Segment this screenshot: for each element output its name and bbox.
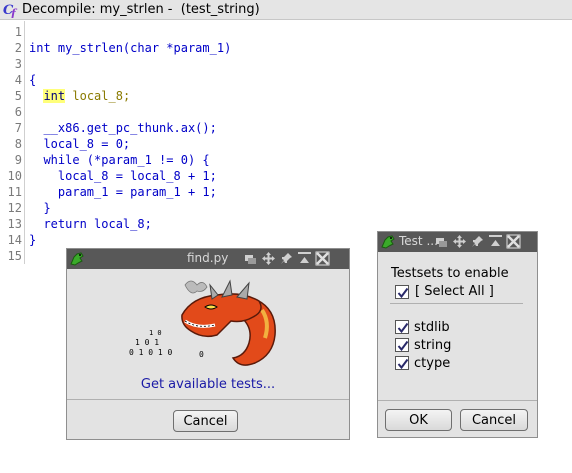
select-all-checkbox[interactable]	[395, 285, 409, 299]
gutter-divider	[24, 21, 25, 264]
testsets-cancel-button[interactable]: Cancel	[460, 409, 528, 431]
line-number: 7	[14, 121, 22, 135]
find-dialog: find.py 1 0 1 0 1 0 1 0 1 0 0 Get availa…	[66, 248, 350, 440]
maximize-icon[interactable]	[297, 251, 312, 266]
code-line[interactable]: }	[29, 200, 231, 216]
checkmark-icon	[397, 358, 409, 370]
line-number: 12	[7, 201, 22, 215]
line-number: 8	[14, 137, 22, 151]
line-number-gutter: 1 2 3 4 5 6 7 8 9 10 11 12 13 14 15	[0, 24, 22, 264]
line-number: 9	[14, 153, 22, 167]
testsets-dialog-titlebar[interactable]: Test ...	[378, 232, 537, 252]
ghidra-dragon-icon	[381, 235, 395, 249]
testset-checkbox-stdlib[interactable]	[395, 320, 409, 334]
pin-icon[interactable]	[470, 234, 485, 249]
testsets-divider	[390, 303, 523, 304]
testset-label-stdlib[interactable]: stdlib	[414, 320, 450, 335]
highlighted-type-token[interactable]: int	[43, 89, 66, 103]
line-number: 3	[14, 57, 22, 71]
testsets-heading: Testsets to enable	[391, 266, 509, 281]
testset-label-ctype[interactable]: ctype	[414, 356, 450, 371]
ghidra-dragon-icon	[70, 252, 84, 266]
testset-checkbox-string[interactable]	[395, 338, 409, 352]
testset-label-string[interactable]: string	[414, 338, 451, 353]
svg-text:f: f	[10, 7, 18, 18]
find-dialog-divider	[67, 399, 349, 400]
line-number: 5	[14, 89, 22, 103]
line-number: 11	[7, 185, 22, 199]
code-line[interactable]: }	[29, 232, 231, 248]
line-number: 10	[7, 169, 22, 183]
line-number: 6	[14, 105, 22, 119]
ok-button[interactable]: OK	[385, 409, 452, 431]
svg-text:0 1 0 1 0: 0 1 0 1 0	[129, 348, 173, 357]
code-line[interactable]: local_8 = 0;	[29, 136, 231, 152]
svg-text:1 0: 1 0	[149, 329, 162, 337]
code-line[interactable]: while (*param_1 != 0) {	[29, 152, 231, 168]
window-title: Decompile: my_strlen - (test_string)	[22, 2, 260, 17]
line-number: 13	[7, 217, 22, 231]
testsets-dialog-title: Test ...	[399, 234, 438, 248]
testsets-dialog: Test ... Testsets to enable [ Select All…	[377, 231, 538, 438]
find-dialog-title: find.py	[187, 251, 229, 265]
find-dialog-titlebar[interactable]: find.py	[67, 249, 349, 269]
line-number: 1	[14, 25, 22, 39]
minimize-icon[interactable]	[243, 251, 258, 266]
select-all-label[interactable]: [ Select All ]	[415, 284, 494, 299]
find-cancel-button[interactable]: Cancel	[173, 410, 238, 432]
code-line[interactable]: local_8 = local_8 + 1;	[29, 168, 231, 184]
code-line[interactable]: __x86.get_pc_thunk.ax();	[29, 120, 231, 136]
testsets-button-divider	[378, 400, 537, 401]
maximize-icon[interactable]	[488, 234, 503, 249]
window-titlebar: C f Decompile: my_strlen - (test_string)	[0, 0, 572, 20]
close-icon[interactable]	[506, 234, 521, 249]
close-icon[interactable]	[315, 251, 330, 266]
testset-checkbox-ctype[interactable]	[395, 356, 409, 370]
pin-icon[interactable]	[279, 251, 294, 266]
checkmark-icon	[397, 340, 409, 352]
variable-token[interactable]: local_8;	[65, 89, 130, 103]
find-status-text: Get available tests...	[140, 377, 276, 392]
ghidra-dragon-illustration: 1 0 1 0 1 0 1 0 1 0 0	[129, 279, 276, 366]
svg-text:0: 0	[199, 350, 204, 359]
code-line[interactable]: param_1 = param_1 + 1;	[29, 184, 231, 200]
code-line[interactable]: int local_8;	[29, 88, 231, 104]
line-number: 4	[14, 73, 22, 87]
move-icon[interactable]	[452, 234, 467, 249]
line-number: 15	[7, 249, 22, 263]
minimize-icon[interactable]	[434, 234, 449, 249]
ghidra-decompiler-icon: C f	[3, 3, 18, 18]
move-icon[interactable]	[261, 251, 276, 266]
code-line[interactable]	[29, 104, 231, 120]
line-number: 14	[7, 233, 22, 247]
code-line[interactable]: {	[29, 72, 231, 88]
checkmark-icon	[397, 287, 409, 299]
code-line[interactable]	[29, 24, 231, 40]
checkmark-icon	[397, 322, 409, 334]
code-area[interactable]: int my_strlen(char *param_1) { int local…	[29, 24, 231, 264]
code-line-signature[interactable]: int my_strlen(char *param_1)	[29, 40, 231, 56]
code-line[interactable]: return local_8;	[29, 216, 231, 232]
code-line[interactable]	[29, 56, 231, 72]
line-number: 2	[14, 41, 22, 55]
svg-text:1 0 1: 1 0 1	[135, 338, 159, 347]
